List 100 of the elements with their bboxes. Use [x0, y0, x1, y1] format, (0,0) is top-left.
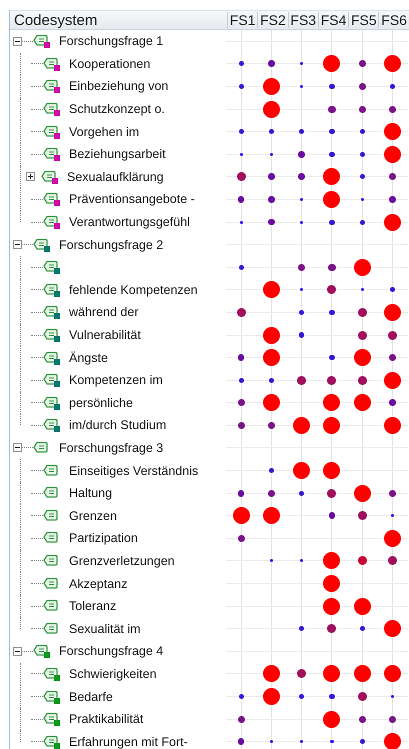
matrix-dot[interactable]	[262, 507, 280, 524]
matrix-dot[interactable]	[384, 665, 402, 682]
matrix-dot[interactable]	[262, 394, 280, 412]
code-label[interactable]: Praktikabilität	[69, 712, 144, 726]
code-label[interactable]: Haltung	[69, 486, 112, 500]
code-label[interactable]: während der	[69, 305, 138, 320]
column-header[interactable]: FS2	[257, 12, 288, 28]
matrix-dot[interactable]	[262, 665, 280, 682]
matrix-dot[interactable]	[358, 376, 367, 385]
matrix-dot[interactable]	[360, 626, 365, 632]
matrix-dot[interactable]	[238, 534, 245, 542]
matrix-dot[interactable]	[323, 190, 340, 208]
matrix-dot[interactable]	[268, 218, 275, 226]
matrix-dot[interactable]	[238, 84, 244, 90]
matrix-dot[interactable]	[384, 214, 402, 231]
matrix-dot[interactable]	[323, 462, 340, 480]
matrix-dot[interactable]	[238, 716, 245, 723]
code-label[interactable]: Ängste	[69, 350, 108, 365]
column-header[interactable]: FS5	[348, 12, 378, 28]
matrix-dot[interactable]	[384, 372, 402, 389]
matrix-dot[interactable]	[391, 514, 394, 518]
matrix-dot[interactable]	[358, 511, 367, 520]
matrix-dot[interactable]	[323, 55, 340, 72]
matrix-dot[interactable]	[384, 123, 402, 140]
matrix-dot[interactable]	[300, 288, 304, 292]
matrix-dot[interactable]	[298, 150, 306, 158]
code-label[interactable]: Präventionsangebote -	[69, 192, 195, 206]
matrix-dot[interactable]	[238, 422, 245, 429]
matrix-dot[interactable]	[297, 376, 306, 385]
matrix-dot[interactable]	[388, 330, 398, 340]
matrix-dot[interactable]	[360, 288, 364, 292]
matrix-dot[interactable]	[262, 100, 280, 118]
matrix-dot[interactable]	[300, 559, 304, 562]
matrix-dot[interactable]	[384, 146, 402, 163]
matrix-dot[interactable]	[268, 60, 275, 68]
matrix-dot[interactable]	[236, 308, 246, 317]
matrix-dot[interactable]	[232, 507, 250, 524]
matrix-dot[interactable]	[328, 264, 336, 271]
code-label[interactable]: persönliche	[69, 396, 133, 410]
matrix-dot[interactable]	[328, 512, 336, 520]
code-label[interactable]: Forschungsfrage 1	[59, 34, 164, 48]
code-label[interactable]: Bedarfe	[69, 690, 113, 704]
code-label[interactable]: Grenzverletzungen	[69, 554, 175, 568]
matrix-dot[interactable]	[384, 620, 402, 638]
matrix-dot[interactable]	[389, 490, 396, 497]
matrix-dot[interactable]	[360, 152, 365, 157]
collapse-icon[interactable]	[13, 240, 22, 250]
matrix-dot[interactable]	[391, 694, 394, 698]
matrix-dot[interactable]	[299, 490, 304, 496]
code-label[interactable]: Schutzkonzept o.	[69, 102, 165, 116]
code-label[interactable]: Einseitiges Verständnis	[69, 464, 198, 478]
matrix-dot[interactable]	[329, 84, 335, 90]
matrix-dot[interactable]	[299, 332, 304, 338]
matrix-dot[interactable]	[327, 488, 336, 498]
matrix-dot[interactable]	[300, 62, 304, 66]
matrix-dot[interactable]	[389, 354, 396, 362]
matrix-dot[interactable]	[298, 264, 306, 271]
matrix-dot[interactable]	[354, 665, 371, 682]
matrix-dot[interactable]	[299, 694, 304, 700]
matrix-dot[interactable]	[358, 716, 366, 723]
matrix-dot[interactable]	[327, 624, 336, 634]
code-label[interactable]: Kompetenzen im	[69, 373, 163, 388]
code-label[interactable]: Toleranz	[69, 599, 116, 614]
matrix-dot[interactable]	[268, 490, 275, 497]
matrix-dot[interactable]	[262, 78, 280, 95]
matrix-dot[interactable]	[270, 740, 273, 744]
code-label[interactable]: Verantwortungsgefühl	[69, 215, 190, 230]
matrix-dot[interactable]	[268, 468, 274, 474]
code-label[interactable]: Sexualaufklärung	[67, 170, 164, 184]
code-label[interactable]: Grenzen	[69, 508, 117, 523]
matrix-dot[interactable]	[360, 174, 365, 180]
matrix-dot[interactable]	[299, 626, 304, 632]
matrix-dot[interactable]	[354, 598, 371, 615]
matrix-dot[interactable]	[384, 416, 402, 434]
matrix-dot[interactable]	[268, 129, 274, 134]
matrix-dot[interactable]	[240, 220, 243, 224]
matrix-dot[interactable]	[323, 552, 340, 570]
code-label[interactable]: im/durch Studium	[69, 418, 166, 432]
matrix-dot[interactable]	[360, 739, 365, 744]
collapse-icon[interactable]	[13, 443, 22, 452]
code-label[interactable]: Sexualität im	[69, 622, 141, 636]
matrix-dot[interactable]	[293, 416, 310, 434]
matrix-dot[interactable]	[329, 220, 335, 225]
code-label[interactable]: Partizipation	[69, 531, 138, 546]
matrix-dot[interactable]	[360, 198, 364, 201]
matrix-dot[interactable]	[390, 84, 396, 90]
matrix-dot[interactable]	[293, 462, 310, 480]
matrix-dot[interactable]	[384, 530, 402, 547]
matrix-dot[interactable]	[236, 172, 246, 182]
column-header[interactable]: FS4	[318, 12, 348, 28]
matrix-dot[interactable]	[389, 106, 396, 113]
matrix-dot[interactable]	[238, 196, 244, 203]
matrix-dot[interactable]	[329, 694, 335, 700]
code-label[interactable]: Schwierigkeiten	[69, 666, 157, 681]
matrix-dot[interactable]	[323, 416, 340, 434]
matrix-dot[interactable]	[238, 399, 245, 406]
matrix-dot[interactable]	[358, 106, 366, 113]
matrix-dot[interactable]	[327, 285, 336, 294]
matrix-dot[interactable]	[323, 168, 340, 186]
matrix-dot[interactable]	[360, 129, 365, 134]
